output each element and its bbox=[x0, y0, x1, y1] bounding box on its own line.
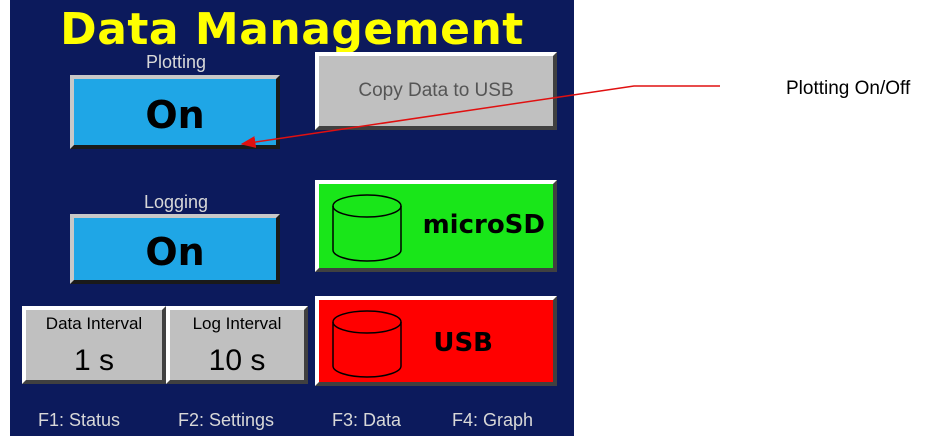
screen-title: Data Management bbox=[60, 4, 524, 55]
logging-value: On bbox=[145, 230, 205, 274]
data-interval-title: Data Interval bbox=[45, 314, 143, 333]
usb-button[interactable]: USB bbox=[315, 296, 557, 386]
f4-graph-key[interactable]: F4: Graph bbox=[452, 410, 533, 431]
microsd-label: microSD bbox=[422, 210, 545, 240]
logging-toggle-button[interactable]: On bbox=[70, 214, 280, 284]
data-interval-button[interactable]: Data Interval 1 s bbox=[22, 306, 166, 384]
log-interval-title: Log Interval bbox=[192, 314, 282, 333]
page: Data Management Plotting On Logging On C… bbox=[0, 0, 937, 436]
copy-data-to-usb-label: Copy Data to USB bbox=[358, 80, 514, 101]
plotting-value: On bbox=[145, 93, 205, 137]
microsd-button[interactable]: microSD bbox=[315, 180, 557, 272]
copy-data-to-usb-button[interactable]: Copy Data to USB bbox=[315, 52, 557, 130]
log-interval-button[interactable]: Log Interval 10 s bbox=[166, 306, 308, 384]
data-interval-value: 1 s bbox=[73, 344, 115, 377]
f1-status-key[interactable]: F1: Status bbox=[38, 410, 120, 431]
usb-label: USB bbox=[433, 328, 493, 358]
logging-label: Logging bbox=[143, 192, 209, 212]
drive-cylinder-icon bbox=[332, 310, 402, 378]
drive-cylinder-icon bbox=[332, 194, 402, 262]
annotation-label: Plotting On/Off bbox=[786, 78, 911, 99]
data-management-screen: Data Management Plotting On Logging On C… bbox=[10, 0, 574, 436]
f2-settings-key[interactable]: F2: Settings bbox=[178, 410, 274, 431]
f3-data-key[interactable]: F3: Data bbox=[332, 410, 401, 431]
plotting-label: Plotting bbox=[145, 52, 207, 72]
plotting-toggle-button[interactable]: On bbox=[70, 75, 280, 149]
log-interval-value: 10 s bbox=[208, 344, 266, 377]
